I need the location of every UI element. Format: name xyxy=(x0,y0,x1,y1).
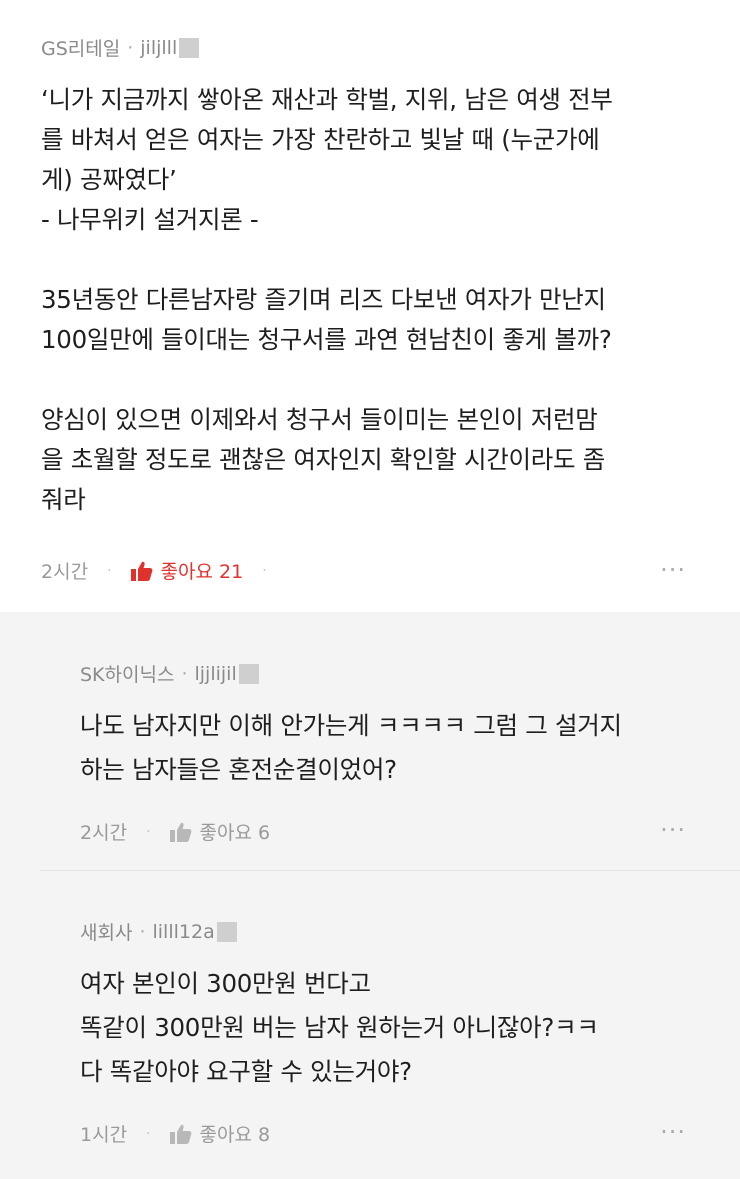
meta-separator: · xyxy=(139,920,146,943)
reply-time: 1시간 xyxy=(80,1124,128,1146)
comment-body: ‘니가 지금까지 쌓아온 재산과 학벌, 지위, 남은 여생 전부 를 바쳐서 … xyxy=(41,80,711,520)
comment-line: 100일만에 들이대는 청구서를 과연 현남친이 좋게 볼까? xyxy=(41,325,612,354)
reply-body: 나도 남자지만 이해 안가는게 ㅋㅋㅋㅋ 그럼 그 설거지 하는 남자들은 혼전… xyxy=(80,704,720,792)
thumbs-up-icon xyxy=(130,561,152,581)
reply-item: 새회사 · lilll12a 여자 본인이 300만원 번다고 똑같이 300만… xyxy=(40,870,740,1179)
reply-meta: SK하이닉스 · ljjlijil xyxy=(80,660,259,687)
footer-dot: · xyxy=(146,1125,151,1142)
reply-line: 다 똑같아야 요구할 수 있는거야? xyxy=(80,1057,412,1086)
like-button[interactable]: 좋아요 21 xyxy=(130,557,244,584)
comment-line: 35년동안 다른남자랑 즐기며 리즈 다보낸 여자가 만난지 xyxy=(41,285,606,314)
like-label: 좋아요 8 xyxy=(199,1124,271,1146)
company-name[interactable]: 새회사 xyxy=(80,918,132,945)
comment-line: 양심이 있으면 이제와서 청구서 들이미는 본인이 저런맘 xyxy=(41,405,598,434)
more-options-button[interactable]: ··· xyxy=(660,1120,686,1144)
reply-section: SK하이닉스 · ljjlijil 나도 남자지만 이해 안가는게 ㅋㅋㅋㅋ 그… xyxy=(0,612,740,1179)
meta-separator: · xyxy=(127,36,134,59)
comment-time: 2시간 xyxy=(41,561,89,583)
reply-footer: 1시간 · 좋아요 8 xyxy=(80,1120,270,1147)
username-mask xyxy=(179,37,200,58)
comment-line: 을 초월할 정도로 괜찮은 여자인지 확인할 시간이라도 좀 xyxy=(41,445,605,474)
comment-footer: 2시간 · 좋아요 21 · xyxy=(41,557,286,584)
username-mask xyxy=(238,663,259,684)
comment-line: 를 바쳐서 얻은 여자는 가장 찬란하고 빛날 때 (누군가에 xyxy=(41,125,600,154)
reply-line: 똑같이 300만원 버는 남자 원하는거 아니잖아?ㅋㅋ xyxy=(80,1013,599,1042)
comment-line: 게) 공짜였다’ xyxy=(41,165,177,194)
username[interactable]: jiljlll xyxy=(140,37,177,59)
company-name[interactable]: GS리테일 xyxy=(41,34,120,61)
footer-dot: · xyxy=(107,562,112,579)
comment-line: - 나무위키 설거지론 - xyxy=(41,205,259,234)
reply-line: 여자 본인이 300만원 번다고 xyxy=(80,969,371,998)
comment-paragraph: ‘니가 지금까지 쌓아온 재산과 학벌, 지위, 남은 여생 전부 를 바쳐서 … xyxy=(41,80,711,240)
reply-footer: 2시간 · 좋아요 6 xyxy=(80,818,270,845)
reply-line: 나도 남자지만 이해 안가는게 ㅋㅋㅋㅋ 그럼 그 설거지 xyxy=(80,711,622,740)
footer-dot: · xyxy=(262,562,267,579)
like-label: 좋아요 21 xyxy=(160,561,244,583)
thumbs-up-icon xyxy=(169,1124,191,1144)
like-button[interactable]: 좋아요 6 xyxy=(169,818,271,845)
thumbs-up-icon xyxy=(169,822,191,842)
username-mask xyxy=(216,921,237,942)
reply-body: 여자 본인이 300만원 번다고 똑같이 300만원 버는 남자 원하는거 아니… xyxy=(80,962,720,1094)
reply-meta: 새회사 · lilll12a xyxy=(80,918,237,945)
like-label: 좋아요 6 xyxy=(199,822,271,844)
comment-paragraph: 35년동안 다른남자랑 즐기며 리즈 다보낸 여자가 만난지 100일만에 들이… xyxy=(41,280,711,360)
username[interactable]: lilll12a xyxy=(153,921,215,943)
more-options-button[interactable]: ··· xyxy=(660,818,686,842)
comment-line: ‘니가 지금까지 쌓아온 재산과 학벌, 지위, 남은 여생 전부 xyxy=(41,85,613,114)
more-options-button[interactable]: ··· xyxy=(660,558,686,582)
meta-separator: · xyxy=(181,662,188,685)
reply-time: 2시간 xyxy=(80,822,128,844)
company-name[interactable]: SK하이닉스 xyxy=(80,660,174,687)
main-comment: GS리테일 · jiljlll ‘니가 지금까지 쌓아온 재산과 학벌, 지위,… xyxy=(0,0,740,612)
comment-line: 줘라 xyxy=(41,485,86,514)
username[interactable]: ljjlijil xyxy=(195,663,237,685)
comment-meta: GS리테일 · jiljlll xyxy=(41,34,200,61)
footer-dot: · xyxy=(146,823,151,840)
reply-line: 하는 남자들은 혼전순결이었어? xyxy=(80,755,397,784)
comment-paragraph: 양심이 있으면 이제와서 청구서 들이미는 본인이 저런맘 을 초월할 정도로 … xyxy=(41,400,711,520)
reply-item: SK하이닉스 · ljjlijil 나도 남자지만 이해 안가는게 ㅋㅋㅋㅋ 그… xyxy=(40,612,740,870)
like-button[interactable]: 좋아요 8 xyxy=(169,1120,271,1147)
